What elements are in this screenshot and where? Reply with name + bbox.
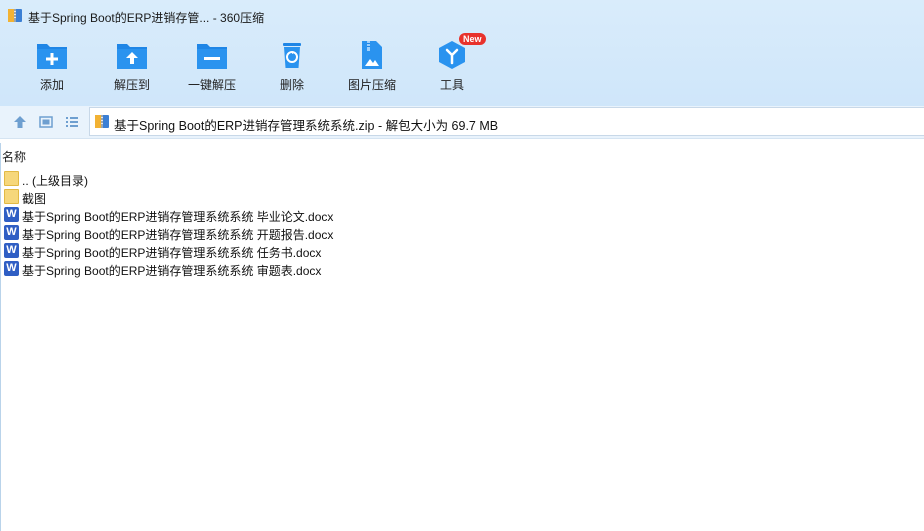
tools-button[interactable]: New 工具: [417, 33, 487, 100]
file-name: 截图: [22, 192, 47, 206]
zip-archive-icon: [8, 9, 22, 22]
address-path: 基于Spring Boot的ERP进销存管理系统系统.zip - 解包大小为 6…: [114, 119, 499, 133]
header-area: 基于Spring Boot的ERP进销存管... - 360压缩 添加 解压到 …: [0, 0, 924, 106]
file-name: 基于Spring Boot的ERP进销存管理系统系统 任务书.docx: [22, 246, 322, 260]
file-name: 基于Spring Boot的ERP进销存管理系统系统 毕业论文.docx: [22, 210, 334, 224]
delete-button[interactable]: 删除: [257, 36, 327, 100]
file-name: 基于Spring Boot的ERP进销存管理系统系统 开题报告.docx: [22, 228, 334, 242]
file-name: .. (上级目录): [22, 174, 88, 188]
folder-extract-icon: [117, 44, 147, 69]
add-label: 添加: [39, 78, 64, 92]
one-click-extract-label: 一键解压: [187, 78, 236, 92]
window-title: 基于Spring Boot的ERP进销存管... - 360压缩: [28, 11, 265, 25]
new-badge: New: [459, 33, 486, 45]
file-name: 基于Spring Boot的ERP进销存管理系统系统 审题表.docx: [22, 264, 322, 278]
image-compress-button[interactable]: 图片压缩: [337, 36, 407, 100]
image-compress-label: 图片压缩: [347, 78, 396, 92]
tools-label: 工具: [439, 78, 464, 92]
address-row: 基于Spring Boot的ERP进销存管理系统系统.zip - 解包大小为 6…: [0, 106, 924, 139]
folder-icon: [4, 189, 19, 204]
extract-to-label: 解压到: [113, 78, 150, 92]
one-click-extract-button[interactable]: 一键解压: [177, 36, 247, 100]
image-zip-icon: [362, 41, 382, 69]
word-doc-icon: W: [4, 207, 19, 222]
app-window: 基于Spring Boot的ERP进销存管... - 360压缩 添加 解压到 …: [0, 0, 924, 531]
extract-to-button[interactable]: 解压到: [97, 36, 167, 100]
file-list: 名称 .. (上级目录) 截图 W 基于Spring Boot的ERP进销存管理…: [0, 143, 924, 531]
toolbar: 添加 解压到 一键解压 删除 图片压缩 New 工具: [0, 33, 924, 100]
list-view-icon[interactable]: [65, 115, 79, 129]
recycle-bin-icon: [283, 43, 301, 68]
add-button[interactable]: 添加: [17, 36, 87, 100]
thumbnail-view-icon[interactable]: [39, 115, 53, 129]
folder-icon: [4, 171, 19, 186]
word-doc-icon: W: [4, 225, 19, 240]
column-header-name[interactable]: 名称: [2, 148, 26, 165]
address-bar[interactable]: 基于Spring Boot的ERP进销存管理系统系统.zip - 解包大小为 6…: [89, 107, 924, 136]
folder-add-icon: [37, 44, 67, 69]
title-bar: 基于Spring Boot的ERP进销存管... - 360压缩: [0, 0, 924, 32]
zip-archive-icon: [95, 115, 109, 128]
word-doc-icon: W: [4, 243, 19, 258]
word-doc-icon: W: [4, 261, 19, 276]
delete-label: 删除: [279, 78, 304, 92]
one-click-extract-icon: [197, 44, 227, 69]
up-arrow-icon[interactable]: [13, 115, 27, 129]
